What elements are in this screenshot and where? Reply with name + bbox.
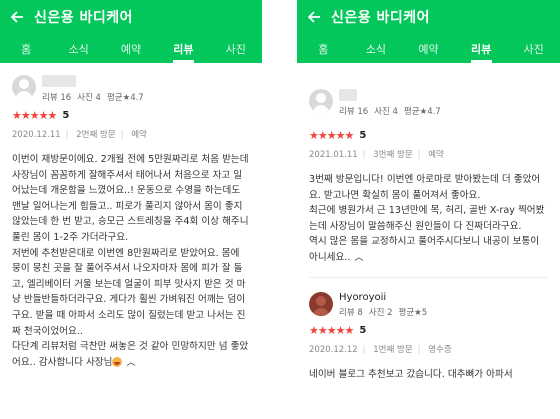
left-screen: 신은용 바디케어 홈 소식 예약 리뷰 사진 리뷰 16 사진 4 평균★4.7 ★… xyxy=(0,0,262,419)
review-meta: 2020.12.12 | 1번째 방문 | 영수증 xyxy=(309,344,452,355)
collapse-chevron-icon[interactable]: ︿ xyxy=(354,251,363,267)
tab-home[interactable]: 홈 xyxy=(0,34,52,63)
review-count: 리뷰 16 xyxy=(339,107,369,117)
tab-bar: 홈 소식 예약 리뷰 사진 xyxy=(0,34,262,63)
verification-method: 예약 xyxy=(428,150,444,160)
avatar[interactable] xyxy=(309,291,333,316)
star-rating-icon: ★★★★★ xyxy=(309,323,354,337)
username-blurred xyxy=(42,75,76,87)
average-rating: 평균★4.7 xyxy=(106,93,144,103)
reviewer-row: 리뷰 16 사진 4 평균★4.7 xyxy=(309,89,548,117)
visit-count: 3번째 방문 xyxy=(373,150,413,160)
star-rating-icon: ★★★★★ xyxy=(12,109,57,122)
review-text-content: 3번째 방문입니다! 이번엔 아로마로 받아봤는데 더 좋았어요. 받고나면 확… xyxy=(309,174,545,263)
collapse-chevron-icon[interactable]: ︿ xyxy=(126,356,135,372)
page-title: 신은용 바디케어 xyxy=(34,10,134,26)
reviewer-stats: 리뷰 8 사진 2 평균★5 xyxy=(339,306,433,318)
reviewer-stats: 리뷰 16 사진 4 평균★4.7 xyxy=(339,105,447,117)
review-item: 리뷰 16 사진 4 평균★4.7 ★★★★★ 5 2021.01.11 | 3번째 … xyxy=(297,63,560,278)
right-screen: 신은용 바디케어 홈 소식 예약 리뷰 사진 리뷰 16 사진 4 평균★4.7 ★… xyxy=(297,0,560,419)
divider xyxy=(309,276,548,278)
rating-score: 5 xyxy=(359,130,367,141)
tab-photos[interactable]: 사진 xyxy=(507,34,560,63)
rating-score: 5 xyxy=(359,324,367,336)
average-rating: 평균★5 xyxy=(398,307,428,318)
top-bar: 신은용 바디케어 xyxy=(297,0,560,34)
review-text-content: 이번이 재방문이에요. 2개월 전에 5만원짜리로 처음 받는데 사장님이 꼼꼼… xyxy=(12,154,249,368)
avatar[interactable] xyxy=(12,75,36,99)
tab-reviews[interactable]: 리뷰 xyxy=(157,34,209,63)
review-count: 리뷰 8 xyxy=(339,307,363,318)
review-date: 2021.01.11 xyxy=(309,150,358,160)
rating-score: 5 xyxy=(62,110,70,121)
star-rating-icon: ★★★★★ xyxy=(309,129,354,142)
review-text-content: 네이버 블로그 추천보고 갔습니다. 대추뼈가 아파서 xyxy=(309,368,513,380)
review-item: 리뷰 16 사진 4 평균★4.7 ★★★★★ 5 2020.12.11 | 2번째 … xyxy=(0,63,262,371)
page-title: 신은용 바디케어 xyxy=(331,10,431,26)
visit-count: 2번째 방문 xyxy=(76,130,116,140)
smile-emoji-icon xyxy=(112,356,123,367)
tab-booking[interactable]: 예약 xyxy=(402,34,455,63)
rating-row: ★★★★★ 5 xyxy=(12,109,250,122)
reviewer-name[interactable]: Hyoroyoii xyxy=(339,292,433,303)
tab-booking[interactable]: 예약 xyxy=(105,34,157,63)
review-text: 네이버 블로그 추천보고 갔습니다. 대추뼈가 아파서 xyxy=(309,367,548,383)
review-count: 리뷰 16 xyxy=(42,93,72,103)
review-meta: 2021.01.11 | 3번째 방문 | 예약 xyxy=(309,150,444,160)
username-blurred xyxy=(339,89,357,101)
avatar[interactable] xyxy=(309,89,333,113)
tab-bar: 홈 소식 예약 리뷰 사진 xyxy=(297,34,560,63)
average-rating: 평균★4.7 xyxy=(403,107,441,117)
review-text: 3번째 방문입니다! 이번엔 아로마로 받아봤는데 더 좋았어요. 받고나면 확… xyxy=(309,172,548,267)
reviewer-row: 리뷰 16 사진 4 평균★4.7 xyxy=(12,75,250,103)
visit-count: 1번째 방문 xyxy=(373,344,413,355)
back-arrow-icon[interactable] xyxy=(305,8,323,26)
reviewer-row: Hyoroyoii 리뷰 8 사진 2 평균★5 xyxy=(309,291,548,318)
photo-count: 사진 4 xyxy=(374,107,398,117)
verification-method: 영수증 xyxy=(428,344,452,355)
photo-count: 사진 4 xyxy=(77,93,101,103)
tab-reviews[interactable]: 리뷰 xyxy=(455,34,508,63)
screen-gap xyxy=(262,0,297,419)
review-date: 2020.12.11 xyxy=(12,130,61,140)
review-meta: 2020.12.11 | 2번째 방문 | 예약 xyxy=(12,130,147,140)
tab-news[interactable]: 소식 xyxy=(52,34,104,63)
photo-count: 사진 2 xyxy=(368,307,393,318)
rating-row: ★★★★★ 5 xyxy=(309,129,548,142)
rating-row: ★★★★★ 5 xyxy=(309,324,548,337)
top-bar: 신은용 바디케어 xyxy=(0,0,262,34)
tab-home[interactable]: 홈 xyxy=(297,34,350,63)
tab-photos[interactable]: 사진 xyxy=(210,34,262,63)
review-text: 이번이 재방문이에요. 2개월 전에 5만원짜리로 처음 받는데 사장님이 꼼꼼… xyxy=(12,152,250,371)
tab-news[interactable]: 소식 xyxy=(350,34,403,63)
back-arrow-icon[interactable] xyxy=(8,8,26,26)
review-item: Hyoroyoii 리뷰 8 사진 2 평균★5 ★★★★★ 5 2020.12.1… xyxy=(297,284,560,383)
review-date: 2020.12.12 xyxy=(309,344,358,355)
reviewer-stats: 리뷰 16 사진 4 평균★4.7 xyxy=(42,91,150,103)
verification-method: 예약 xyxy=(131,130,147,140)
